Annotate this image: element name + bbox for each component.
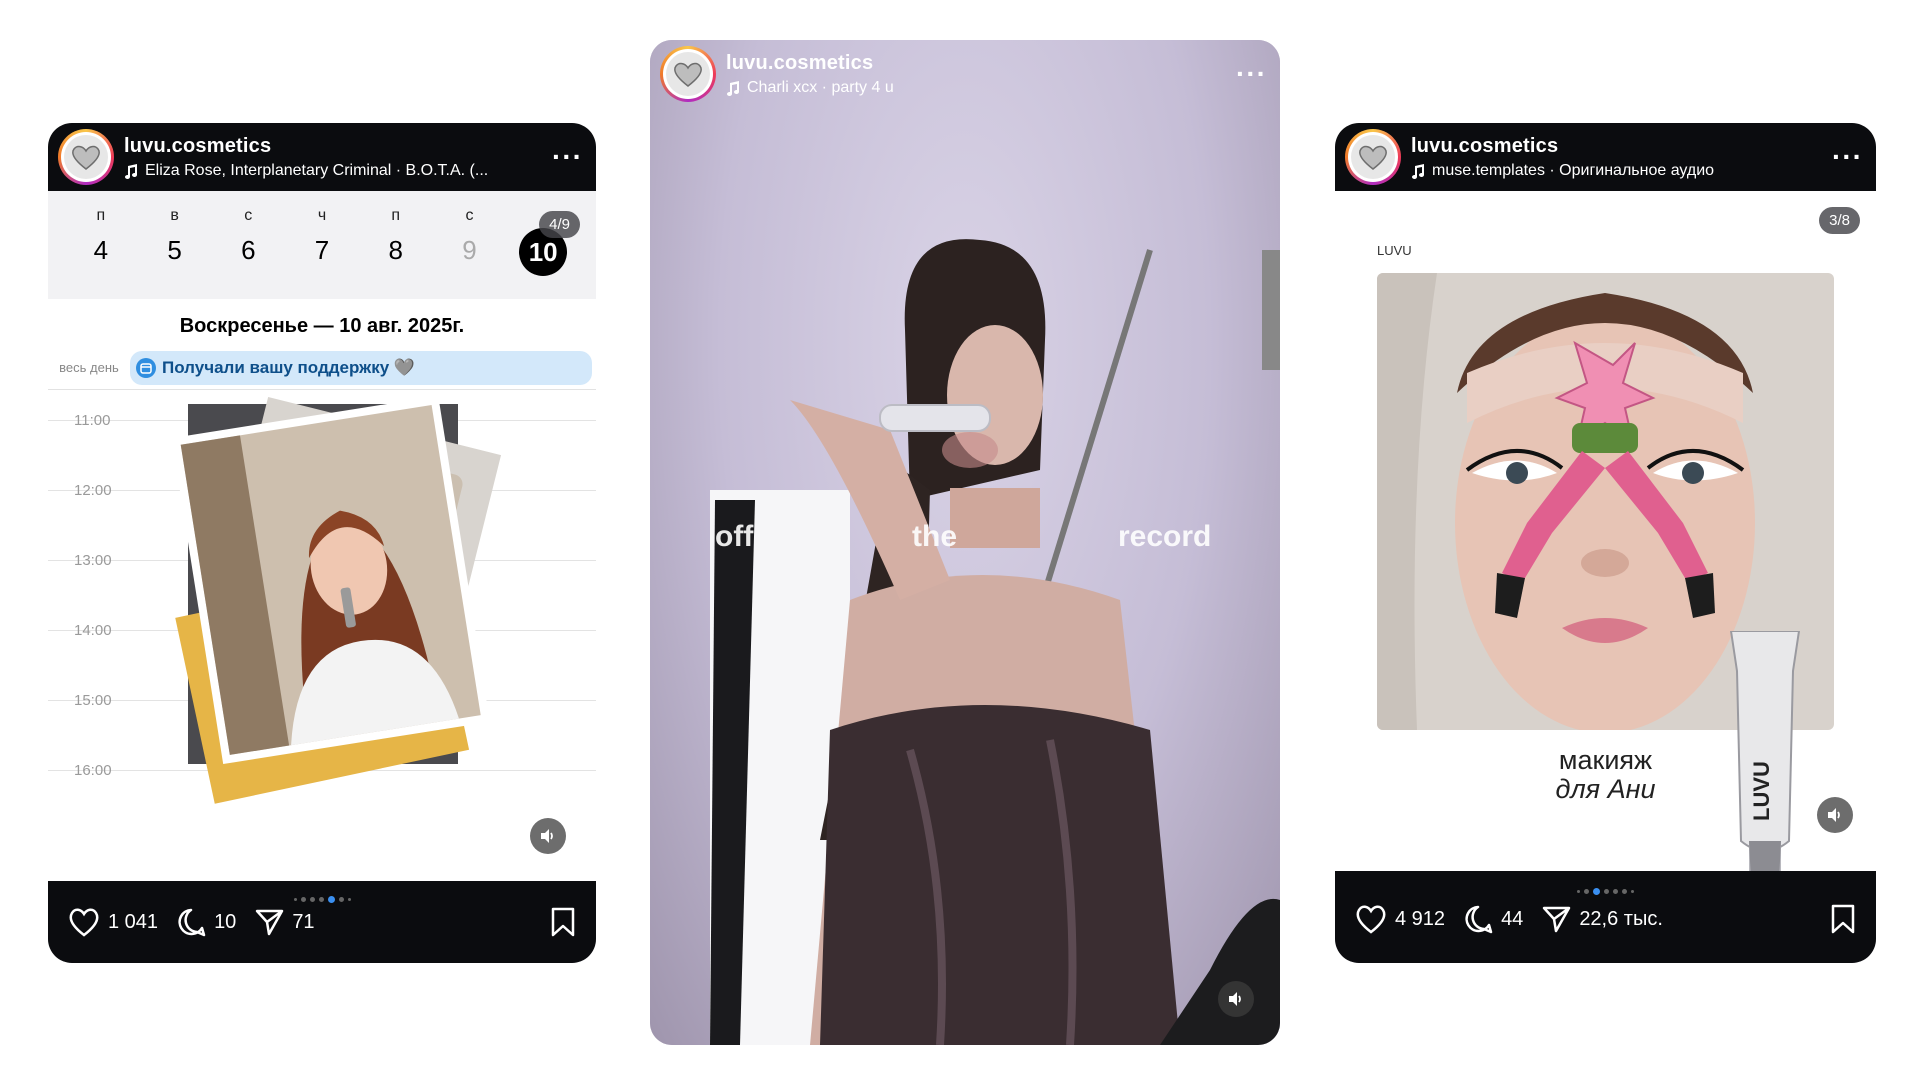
day-cell: ч7 [314,207,330,265]
avatar[interactable] [58,129,114,185]
speaker-icon[interactable] [1817,797,1853,833]
heart-icon [69,908,99,937]
day-cell: с6 [241,207,256,265]
action-bar: 4 912 44 22,6 тыс. [1335,875,1876,963]
calendar-icon [136,357,156,378]
week-strip: п4 в5 с6 ч7 п8 с9 10 4/9 [48,191,596,299]
share-count: 71 [292,910,315,933]
audio-label: muse.templates · Оригинальное аудио [1432,161,1715,179]
bookmark-icon [1831,904,1855,934]
heart-icon [1356,905,1386,934]
brand-mark: LUVU [1377,243,1412,258]
slide-counter: 3/8 [1819,207,1860,234]
post-header: luvu.cosmetics Eliza Rose, Interplanetar… [48,123,596,191]
like-count: 1 041 [108,910,159,933]
share-button[interactable]: 22,6 тыс. [1541,904,1663,934]
audio-label: Charli xcx · party 4 u [747,78,894,96]
heart-logo-icon [674,62,702,87]
share-icon [1543,906,1571,933]
like-count: 4 912 [1395,907,1446,930]
music-note-icon [125,163,137,179]
time-label: 11:00 [74,412,111,429]
audio-label: Eliza Rose, Interplanetary Criminal · B.… [145,161,489,179]
time-label: 14:00 [74,622,112,639]
time-label: 12:00 [74,482,112,499]
day-cell: в5 [167,207,182,265]
like-button[interactable]: 1 041 [68,907,158,937]
audio-track[interactable]: muse.templates · Оригинальное аудио [1411,162,1832,180]
save-button[interactable] [550,907,576,937]
username[interactable]: luvu.cosmetics [726,52,1236,75]
more-icon[interactable]: ··· [1236,60,1266,88]
comment-icon [1465,905,1493,934]
all-day-row: весь день Получали вашу поддержку 🩶 [48,350,596,390]
share-button[interactable]: 71 [254,907,315,937]
timeline: 11:00 12:00 13:00 14:00 15:00 16:00 [48,394,596,854]
audio-track[interactable]: Charli xcx · party 4 u [726,79,1236,97]
caption-word: off [715,520,754,553]
time-label: 16:00 [74,762,112,779]
username[interactable]: luvu.cosmetics [124,135,552,158]
audio-track[interactable]: Eliza Rose, Interplanetary Criminal · B.… [124,162,552,180]
more-icon[interactable]: ··· [552,143,582,171]
photo-collage [171,395,502,804]
share-icon [256,909,284,936]
calendar-event: Получали вашу поддержку 🩶 [130,350,592,385]
comment-count: 44 [1501,907,1524,930]
svg-text:LUVU: LUVU [1749,761,1774,821]
day-cell: с9 [462,207,477,265]
time-label: 13:00 [74,552,112,569]
heart-logo-icon [1359,145,1387,170]
like-button[interactable]: 4 912 [1355,904,1445,934]
day-cell-selected: 10 [506,191,580,299]
slide-counter: 4/9 [539,211,580,238]
post-card-reel[interactable]: luvu.cosmetics Charli xcx · party 4 u ··… [650,40,1280,1045]
date-header: Воскресенье — 10 авг. 2025г. [179,315,465,337]
speaker-icon[interactable] [1218,981,1254,1017]
music-note-icon [727,80,739,96]
action-bar: 1 041 10 71 [48,881,596,963]
post-header: luvu.cosmetics Charli xcx · party 4 u ··… [650,40,1280,108]
caption-word: record [1118,520,1212,553]
comment-button[interactable]: 44 [1463,904,1523,934]
post-card-calendar[interactable]: luvu.cosmetics Eliza Rose, Interplanetar… [48,123,596,963]
comment-count: 10 [214,910,237,933]
day-cell: п8 [388,207,403,265]
post-header: luvu.cosmetics muse.templates · Оригинал… [1335,123,1876,191]
music-note-icon [1412,163,1424,179]
comment-icon [178,908,206,937]
comment-button[interactable]: 10 [176,907,236,937]
caption-word: the [912,520,957,553]
speaker-icon[interactable] [530,818,566,854]
share-count: 22,6 тыс. [1579,907,1663,930]
all-day-label: весь день [59,359,119,375]
post-media[interactable]: LUVU 3/8 макияж для Ани LUVU [1335,191,1876,871]
post-media[interactable]: п4 в5 с6 ч7 п8 с9 10 4/9 Воскресенье — 1… [48,191,596,881]
avatar[interactable] [660,46,716,102]
day-cell: п4 [93,207,109,265]
avatar[interactable] [1345,129,1401,185]
time-label: 15:00 [74,692,112,709]
username[interactable]: luvu.cosmetics [1411,135,1832,158]
save-button[interactable] [1830,904,1856,934]
event-label: Получали вашу поддержку 🩶 [162,357,416,377]
product-tube: LUVU [1729,631,1801,871]
heart-logo-icon [72,145,100,170]
more-icon[interactable]: ··· [1832,143,1862,171]
post-card-makeup[interactable]: luvu.cosmetics muse.templates · Оригинал… [1335,123,1876,963]
bookmark-icon [551,907,575,937]
